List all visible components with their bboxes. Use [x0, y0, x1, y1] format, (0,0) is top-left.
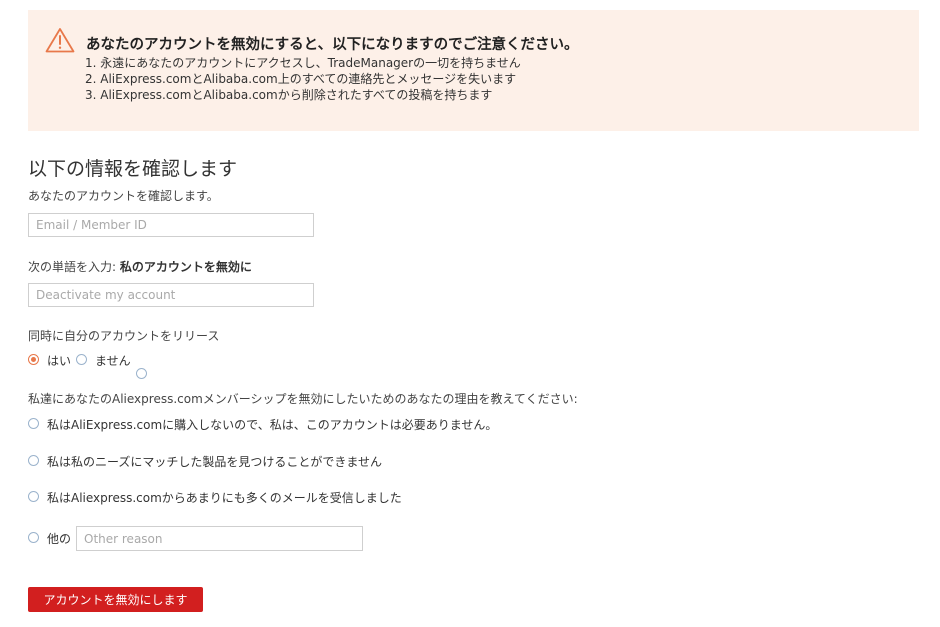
email-member-id-input[interactable]: [28, 213, 314, 237]
phrase-label: 次の単語を入力: 私のアカウントを無効に: [28, 258, 252, 275]
reason-label: 私達にあなたのAliexpress.comメンバーシップを無効にしたいためのあな…: [28, 392, 578, 406]
release-no-radio[interactable]: [76, 354, 87, 365]
deactivate-phrase-input[interactable]: [28, 283, 314, 307]
other-reason-input[interactable]: [76, 526, 363, 551]
reason-label-no-products: 私は私のニーズにマッチした製品を見つけることができません: [47, 455, 383, 469]
reason-label-too-many-emails: 私はAliexpress.comからあまりにも多くのメールを受信しました: [47, 491, 402, 505]
reason-radio-too-many-emails[interactable]: [28, 491, 39, 502]
deactivate-account-page: あなたのアカウントを無効にすると、以下になりますのでご注意ください。 1. 永遠…: [0, 0, 940, 627]
reason-radio-no-purchase[interactable]: [28, 418, 39, 429]
warning-triangle-icon: [45, 28, 75, 53]
confirm-account-label: あなたのアカウントを確認します。: [28, 189, 219, 203]
extra-radio[interactable]: [136, 368, 147, 379]
warning-list-item: 1. 永遠にあなたのアカウントにアクセスし、TradeManagerの一切を持ち…: [85, 56, 521, 70]
release-yes-label: はい: [47, 354, 72, 368]
section-title: 以下の情報を確認します: [28, 158, 238, 180]
reason-label-other: 他の: [47, 532, 72, 546]
release-yes-radio[interactable]: [28, 354, 39, 365]
deactivate-account-button[interactable]: アカウントを無効にします: [28, 587, 203, 612]
release-no-label: ません: [95, 354, 131, 368]
warning-list-item: 2. AliExpress.comとAlibaba.com上のすべての連絡先とメ…: [85, 72, 517, 86]
reason-radio-other[interactable]: [28, 532, 39, 543]
reason-label-no-purchase: 私はAliExpress.comに購入しないので、私は、このアカウントは必要あり…: [47, 418, 498, 432]
warning-list-item: 3. AliExpress.comとAlibaba.comから削除されたすべての…: [85, 88, 493, 102]
warning-notice: あなたのアカウントを無効にすると、以下になりますのでご注意ください。 1. 永遠…: [28, 10, 919, 131]
reason-radio-no-products[interactable]: [28, 455, 39, 466]
phrase-label-text: 次の単語を入力:: [28, 260, 117, 274]
warning-title: あなたのアカウントを無効にすると、以下になりますのでご注意ください。: [86, 37, 579, 53]
warning-list: 1. 永遠にあなたのアカウントにアクセスし、TradeManagerの一切を持ち…: [85, 55, 521, 103]
release-account-label: 同時に自分のアカウントをリリース: [28, 329, 220, 343]
phrase-value: 私のアカウントを無効に: [119, 260, 252, 274]
